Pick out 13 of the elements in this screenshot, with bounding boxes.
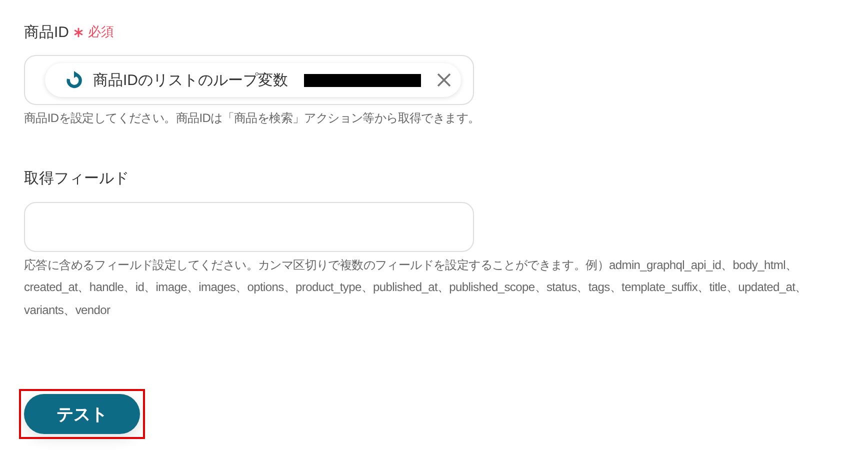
loop-icon (65, 71, 83, 89)
variable-chip[interactable]: 商品IDのリストのループ変数 (45, 63, 461, 97)
test-button[interactable]: テスト (24, 394, 140, 434)
help-text: 応答に含めるフィールド設定してください。カンマ区切りで複数のフィールドを設定することができます。例）admin_graphql_api_id、body_html、created_at、handle、id、image、images、options、product_type、published_at、published_scope、status、tags、template_suffix、title、updated_at、variants、vendor (24, 256, 808, 318)
chip-text: 商品IDのリストのループ変数 (93, 70, 288, 90)
help-text: 商品IDを設定してください。商品IDは「商品を検索」アクション等から取得できます。 (24, 110, 481, 127)
close-icon[interactable] (437, 73, 451, 87)
asterisk-icon (73, 26, 84, 38)
field-label: 商品ID (24, 22, 69, 42)
required-label: 必須 (88, 23, 114, 41)
input-field[interactable]: 商品IDのリストのループ変数 (24, 55, 474, 105)
input-field[interactable] (24, 202, 474, 252)
field-label: 取得フィールド (24, 169, 129, 188)
